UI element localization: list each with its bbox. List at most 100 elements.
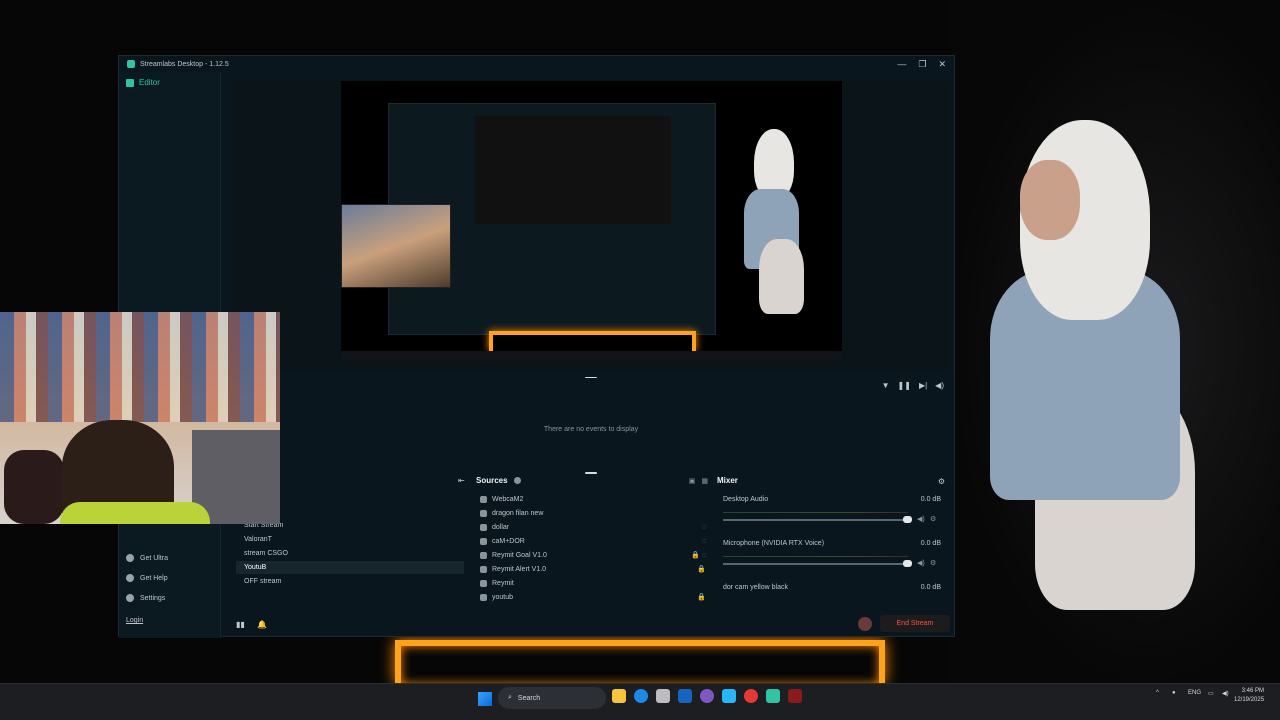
network-icon[interactable]: ▭ — [1208, 690, 1214, 697]
source-row[interactable]: Reymit Alert V1.0 🔒 — [480, 562, 706, 576]
start-button[interactable] — [478, 692, 492, 706]
channel-gear-icon[interactable]: ⚙ — [930, 515, 936, 523]
get-ultra-link[interactable]: Get Ultra — [126, 554, 168, 562]
get-ultra-label: Get Ultra — [140, 554, 169, 562]
scene-item[interactable]: ValoranT — [236, 533, 464, 546]
dock-resize-handle[interactable] — [585, 472, 597, 474]
edge-icon[interactable] — [634, 689, 648, 703]
source-row[interactable]: dollar ◌ — [480, 520, 706, 534]
source-row[interactable]: youtub 🔒 — [480, 590, 706, 604]
scene-item[interactable]: OFF stream — [236, 575, 464, 588]
folder-add-icon[interactable]: ▣ — [689, 477, 696, 485]
footer-bar: ▮▮ 🔔 End Stream — [232, 612, 950, 636]
source-name: Reymit Goal V1.0 — [492, 551, 547, 559]
source-flags[interactable]: 🔒 — [697, 593, 706, 601]
volume-icon[interactable]: ◀) — [935, 381, 944, 390]
source-row[interactable]: dragon filan new — [480, 506, 706, 520]
source-row[interactable]: WebcaM2 — [480, 492, 706, 506]
minimize-button[interactable]: — — [897, 59, 906, 70]
title-bar: Streamlabs Desktop - 1.12.5 — ❐ ✕ — [119, 56, 954, 72]
channel-gear-icon[interactable]: ⚙ — [930, 559, 936, 567]
settings-link[interactable]: Settings — [126, 594, 165, 602]
get-help-link[interactable]: Get Help — [126, 574, 168, 582]
streamlabs-taskbar-icon[interactable] — [766, 689, 780, 703]
channel-name: Microphone (NVIDIA RTX Voice) — [723, 540, 825, 547]
mixer-settings-icon[interactable]: ⚙ — [938, 477, 945, 486]
source-row[interactable]: Reymit — [480, 576, 706, 590]
nav-editor-label: Editor — [139, 78, 160, 87]
mixer-channel: Desktop Audio 0.0 dB — [723, 496, 941, 503]
discord-icon[interactable] — [700, 689, 714, 703]
volume-slider-knob[interactable] — [903, 560, 912, 567]
language-indicator[interactable]: ENG — [1188, 690, 1201, 696]
close-button[interactable]: ✕ — [938, 59, 946, 70]
skip-icon[interactable]: ▶| — [919, 381, 927, 390]
add-source-icon[interactable] — [513, 477, 521, 484]
volume-slider[interactable] — [723, 563, 908, 565]
nav-editor[interactable]: Editor — [126, 78, 160, 87]
tray-chevron-icon[interactable]: ^ — [1156, 690, 1159, 696]
file-explorer-icon[interactable] — [612, 689, 626, 703]
volume-tray-icon[interactable]: ◀) — [1222, 690, 1229, 697]
channel-name: dor cam yellow black — [723, 584, 788, 591]
source-name: WebcaM2 — [492, 495, 524, 503]
editor-icon — [126, 78, 134, 87]
volume-slider[interactable] — [723, 519, 908, 521]
scene-item[interactable]: stream CSGO — [236, 547, 464, 560]
app-icon[interactable] — [722, 689, 736, 703]
gear-icon — [126, 594, 134, 602]
stats-icon[interactable]: ▮▮ — [236, 620, 245, 629]
filter-icon[interactable]: ▼ — [882, 381, 890, 390]
app-icon[interactable] — [678, 689, 692, 703]
record-button[interactable] — [858, 617, 872, 631]
audio-meter — [723, 512, 908, 513]
source-name: youtub — [492, 593, 514, 601]
store-icon[interactable] — [656, 689, 670, 703]
stream-preview — [232, 81, 950, 371]
nested-preview — [475, 116, 671, 224]
source-properties-icon[interactable]: ▦ — [701, 477, 708, 485]
pause-icon[interactable]: ❚❚ — [898, 381, 911, 390]
source-flags[interactable]: 🔒 — [697, 565, 706, 573]
source-name: Reymit — [492, 579, 514, 587]
maximize-button[interactable]: ❐ — [918, 59, 926, 70]
source-flags[interactable]: ◌ — [702, 538, 706, 545]
mute-icon[interactable]: ◀) — [917, 515, 925, 523]
chrome-icon[interactable] — [744, 689, 758, 703]
neon-frame-small — [489, 331, 696, 351]
channel-db: 0.0 dB — [920, 540, 941, 547]
stage-figure-preview — [739, 129, 809, 319]
app-icon[interactable] — [788, 689, 802, 703]
mic-tray-icon[interactable]: ● — [1172, 690, 1176, 696]
sources-header: Sources — [476, 476, 521, 485]
globe-icon — [480, 523, 487, 531]
settings-label: Settings — [140, 594, 166, 602]
scene-transition-icon[interactable]: ⇤ — [458, 476, 465, 485]
taskbar-search[interactable]: ⌕ Search — [498, 687, 606, 709]
get-help-label: Get Help — [140, 574, 168, 582]
ultra-icon — [126, 554, 134, 562]
webcam-overlay — [0, 312, 280, 524]
notification-bell-icon[interactable]: 🔔 — [257, 620, 267, 629]
poster-wall — [0, 312, 280, 422]
preview-canvas[interactable] — [341, 81, 842, 361]
source-name: caM+DOR — [492, 537, 525, 545]
webcam-source-preview — [341, 204, 451, 288]
mute-icon[interactable]: ◀) — [917, 559, 925, 567]
mixer-channel: dor cam yellow black 0.0 dB — [723, 584, 941, 591]
face-shape — [1020, 160, 1080, 240]
captured-taskbar — [341, 351, 842, 361]
help-icon — [126, 574, 134, 582]
source-flags[interactable]: 🔒 ◌ — [691, 551, 706, 559]
scene-item-active[interactable]: YoutuB — [236, 561, 464, 574]
clock-date: 12/19/2025 — [1234, 697, 1265, 703]
source-flags[interactable]: ◌ — [702, 524, 706, 531]
end-stream-button[interactable]: End Stream — [880, 615, 950, 632]
image-icon — [480, 593, 487, 601]
system-clock[interactable]: 3:46 PM 12/19/2025 — [1234, 687, 1264, 705]
source-row[interactable]: caM+DOR ◌ — [480, 534, 706, 548]
source-row[interactable]: Reymit Goal V1.0 🔒 ◌ — [480, 548, 706, 562]
channel-db: 0.0 dB — [920, 584, 941, 591]
volume-slider-knob[interactable] — [903, 516, 912, 523]
login-link[interactable]: Login — [126, 617, 143, 624]
